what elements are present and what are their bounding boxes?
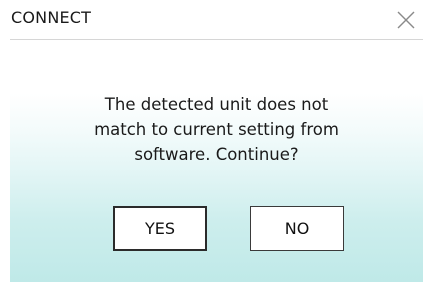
dialog-body: The detected unit does not match to curr… — [10, 40, 423, 282]
dialog-title: CONNECT — [11, 8, 92, 27]
yes-button[interactable]: YES — [113, 206, 207, 251]
connect-dialog: CONNECT The detected unit does not match… — [0, 0, 423, 282]
close-icon[interactable] — [395, 9, 417, 31]
dialog-message: The detected unit does not match to curr… — [94, 95, 339, 164]
title-bar: CONNECT — [0, 0, 423, 38]
no-button[interactable]: NO — [250, 206, 344, 251]
